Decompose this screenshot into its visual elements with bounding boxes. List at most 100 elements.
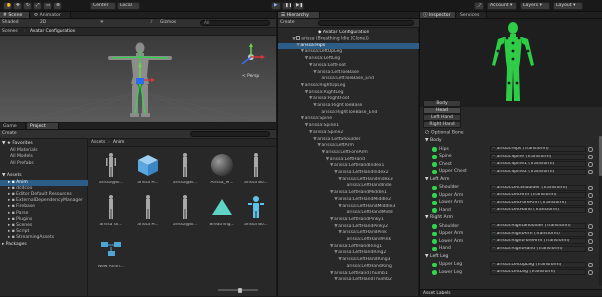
hierarchy-row[interactable]: ▼arissa:LeftLeg — [305, 56, 340, 62]
breadcrumb-assets[interactable]: Assets — [91, 140, 105, 146]
hierarchy-row[interactable]: ▼arissa:LeftHandRing2 — [334, 250, 386, 256]
object-picker-icon[interactable] — [588, 185, 593, 190]
hierarchy-row[interactable]: ▼arissa:LeftHandRing3 — [338, 257, 390, 263]
body-button[interactable]: Body — [423, 100, 461, 107]
bone-transform-field[interactable]: ⤧arissa:LeftLeg (Transform) — [490, 269, 586, 276]
hierarchy-row[interactable]: arissa:LeftHandPink — [343, 237, 391, 243]
breadcrumb-avatar[interactable]: Avatar Configuration — [30, 29, 75, 35]
object-picker-icon[interactable] — [588, 200, 593, 205]
fav-item[interactable]: All Materials — [10, 148, 38, 154]
bone-transform-field[interactable]: ⤧arissa:RightForeArm (Transform) — [490, 238, 586, 245]
hierarchy-row[interactable]: ▼arissa:LeftForeArm — [322, 150, 368, 156]
shading-dropdown[interactable]: Shaded — [2, 20, 19, 26]
hierarchy-row[interactable]: ▼arissa:LeftHandMiddle2 — [334, 197, 391, 203]
bone-group-header[interactable]: ▼ Body — [425, 138, 442, 143]
tab-project[interactable]: Project — [27, 123, 59, 129]
left-hand-button[interactable]: Left Hand — [423, 114, 461, 121]
bone-group-header[interactable]: ▼ Left Arm — [425, 177, 450, 182]
hierarchy-row[interactable]: ▼arissa:Spine2 — [309, 130, 343, 136]
hierarchy-row[interactable]: ▼arissa:LeftHandIndex1 — [330, 163, 384, 169]
fav-item[interactable]: All Models — [10, 154, 33, 160]
hierarchy-row[interactable]: arissa:LeftHandMidd — [343, 210, 393, 216]
bone-transform-field[interactable]: ⤧arissa:LeftUpLeg (Transform) — [490, 261, 586, 268]
bone-transform-field[interactable]: ⤧arissa:Spine (Transform) — [490, 153, 586, 160]
hierarchy-row[interactable]: ▼arissa:LeftHandIndex2 — [334, 170, 388, 176]
hierarchy-row[interactable]: arissa:LeftToeBase_End — [317, 76, 374, 82]
object-picker-icon[interactable] — [588, 231, 593, 236]
2d-toggle[interactable]: 2D — [40, 20, 46, 26]
bone-group-header[interactable]: ▼ Left Leg — [425, 254, 448, 259]
bone-transform-field[interactable]: ⤧arissa:LeftArm (Transform) — [490, 192, 586, 199]
light-toggle-icon[interactable]: ☀ — [100, 20, 104, 26]
move-tool-button[interactable]: ✥ — [13, 2, 22, 10]
gizmos-dropdown[interactable]: Gizmos — [160, 20, 176, 26]
play-button[interactable]: ▶ — [271, 2, 281, 10]
hierarchy-row[interactable]: ▼arissa:RightFoot — [309, 96, 349, 102]
right-hand-button[interactable]: Right Hand — [423, 121, 461, 128]
hierarchy-row[interactable]: ▼arissa:LeftHandPinky1 — [330, 217, 384, 223]
rotate-tool-button[interactable]: ↻ — [23, 2, 32, 10]
object-picker-icon[interactable] — [588, 262, 593, 267]
object-picker-icon[interactable] — [588, 239, 593, 244]
assets-header[interactable]: ▼ Assets — [2, 173, 22, 179]
packages-header[interactable]: ▸ Packages — [2, 242, 27, 248]
bone-transform-field[interactable]: ⤧arissa:Hips (Transform) — [490, 146, 586, 153]
asset-item[interactable]: arissa@B... — [93, 151, 129, 191]
hierarchy-row[interactable]: ▼arissa:LeftUpLeg — [301, 49, 343, 55]
hand-tool-button[interactable]: ✋ — [3, 2, 12, 10]
hierarchy-row[interactable]: ▼arissa:Spine1 — [305, 123, 339, 129]
bone-transform-field[interactable]: ⤧arissa:LeftHand (Transform) — [490, 207, 586, 214]
tab-hierarchy[interactable]: ☰ Hierarchy — [278, 12, 320, 18]
persp-label[interactable]: < Persp — [242, 74, 259, 80]
layers-dropdown[interactable]: Layers ▾ — [520, 2, 550, 10]
rect-tool-button[interactable]: ▭ — [43, 2, 52, 10]
hierarchy-row[interactable]: ▼arissa:LeftToeBase — [313, 70, 359, 76]
hierarchy-search-input[interactable] — [318, 20, 414, 26]
asset-item[interactable]: arissa Gl... — [93, 193, 129, 233]
object-picker-icon[interactable] — [588, 270, 593, 275]
hierarchy-create-dropdown[interactable]: Create — [280, 20, 295, 26]
tab-inspector[interactable]: ⓘ Inspector — [420, 12, 456, 18]
object-picker-icon[interactable] — [588, 224, 593, 229]
orientation-gizmo[interactable] — [236, 42, 266, 72]
pause-button[interactable]: ❚❚ — [282, 2, 292, 10]
asset-item[interactable]: New Anim... — [93, 235, 129, 275]
fav-item[interactable]: All Prefabs — [10, 161, 34, 167]
step-button[interactable]: ▶❚ — [293, 2, 304, 10]
body-silhouette[interactable] — [488, 21, 538, 105]
object-picker-icon[interactable] — [588, 193, 593, 198]
asset-item[interactable]: arissa@B... — [167, 151, 203, 191]
collab-button[interactable]: ⤴ — [474, 2, 484, 10]
account-dropdown[interactable]: Account ▾ — [487, 2, 517, 10]
tab-services[interactable]: Services — [457, 12, 487, 18]
folder-item[interactable]: ▸ ▪ StreamingAssets — [8, 235, 54, 241]
hierarchy-row[interactable]: ▼arissa:LeftHandRing1 — [330, 244, 382, 250]
hierarchy-row[interactable]: ▼arissa:LeftHandIndex3 — [338, 177, 392, 183]
hierarchy-row[interactable]: ▼arissa:LeftHandMiddle1 — [330, 190, 387, 196]
breadcrumb-anim[interactable]: Anim — [113, 140, 124, 146]
transform-tool-button[interactable]: ⊕ — [53, 2, 62, 10]
slider-handle[interactable] — [238, 287, 242, 293]
bone-transform-field[interactable]: ⤧arissa:RightHand (Transform) — [490, 245, 586, 252]
object-picker-icon[interactable] — [588, 147, 593, 152]
hierarchy-row[interactable]: ▼arissa:LeftHand — [326, 157, 365, 163]
hierarchy-row[interactable]: ▼arissa:Hips — [296, 43, 325, 49]
hierarchy-row[interactable]: ▼arissa:RightToeBase — [313, 103, 362, 109]
asset-item[interactable]: arissa H... — [130, 151, 166, 191]
hierarchy-row[interactable]: ▼arissa:RightUpLeg — [301, 83, 346, 89]
scale-tool-button[interactable]: ⤢ — [33, 2, 42, 10]
avatar-model[interactable] — [100, 40, 180, 120]
hierarchy-row[interactable]: ▼arissa:LeftHandPink — [338, 230, 386, 236]
asset-item[interactable]: Arissa_M... — [204, 151, 240, 191]
asset-item[interactable]: arissa Bo... — [238, 151, 274, 191]
scene-search-input[interactable]: All — [200, 20, 270, 26]
hierarchy-row[interactable]: ▼arissa:Spine — [301, 116, 332, 122]
project-create-dropdown[interactable]: Create — [2, 131, 17, 137]
hierarchy-row[interactable]: arissa:LeftHandInde — [343, 183, 392, 189]
scene-viewport[interactable]: < Persp — [0, 36, 276, 122]
object-picker-icon[interactable] — [588, 162, 593, 167]
asset-item[interactable]: Breathing... — [204, 193, 240, 233]
asset-item[interactable]: arissa H... — [130, 193, 166, 233]
hierarchy-row[interactable]: ▼arissa:LeftHandThumb2 — [334, 277, 392, 283]
hierarchy-row[interactable]: ▼arissa:LeftShoulder — [313, 137, 360, 143]
